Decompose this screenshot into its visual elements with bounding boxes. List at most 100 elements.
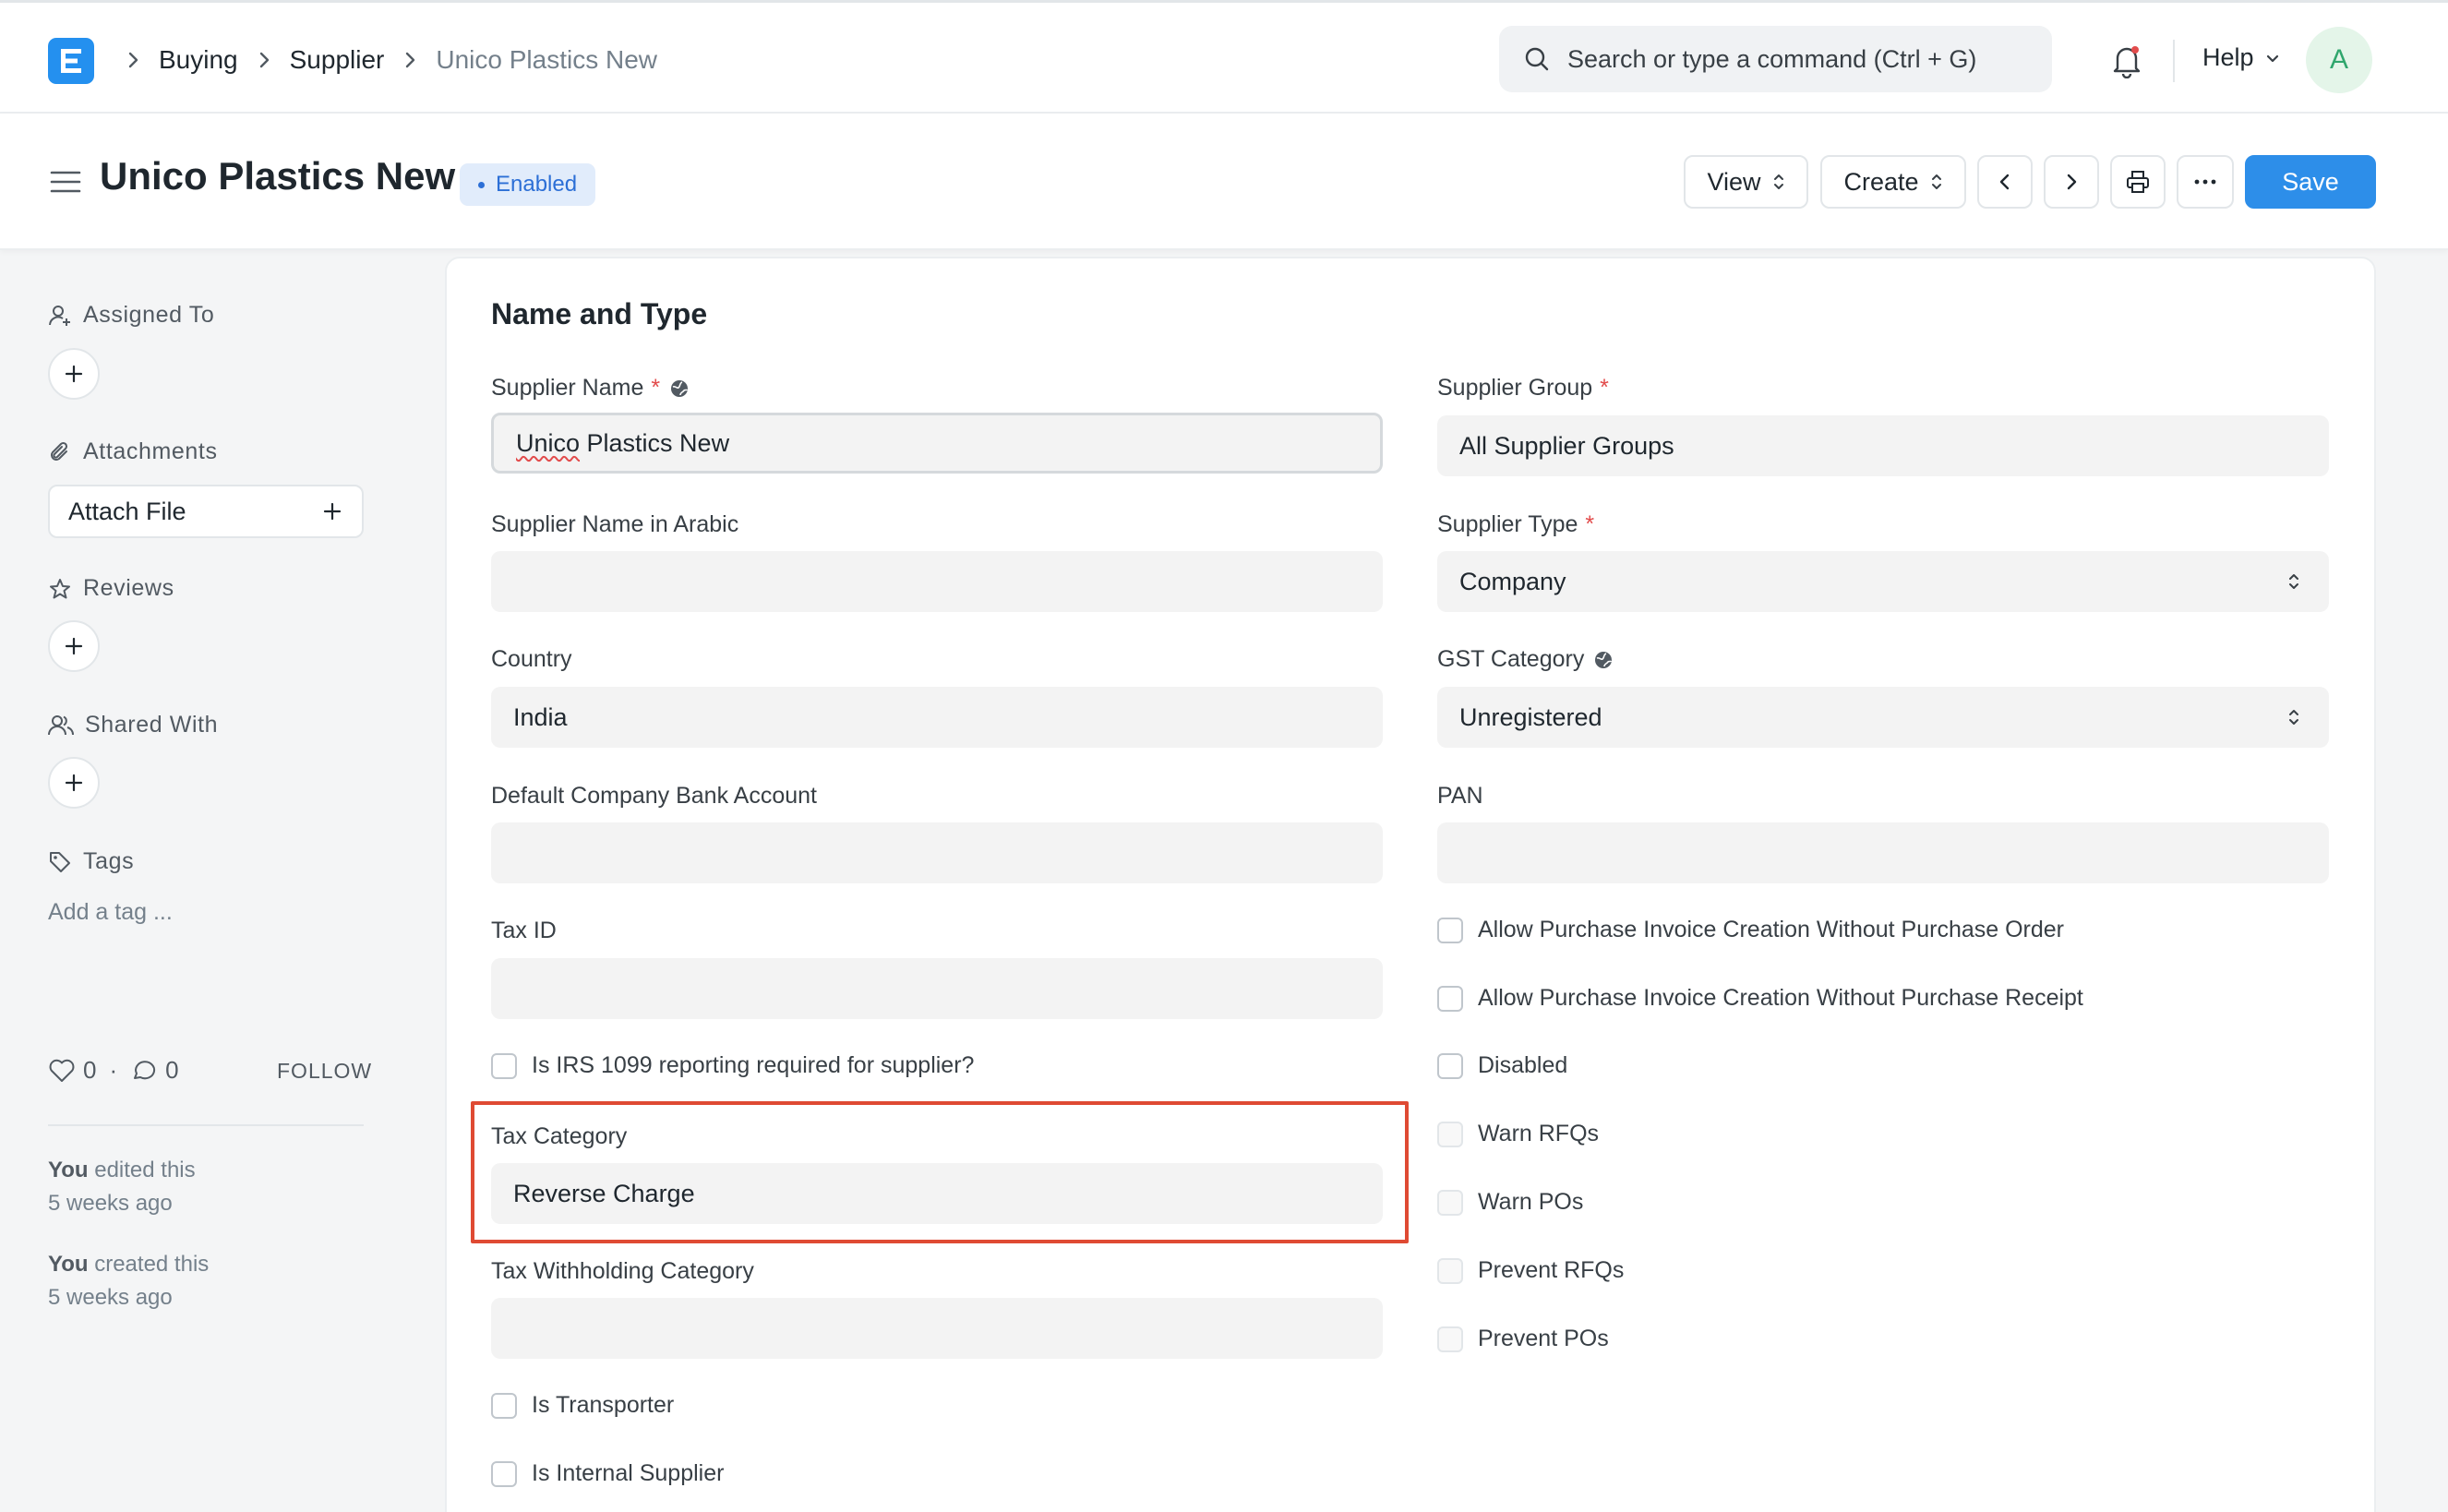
- checkbox-label: Prevent RFQs: [1478, 1257, 1625, 1283]
- previous-record-button[interactable]: [1977, 155, 2033, 209]
- breadcrumb-supplier[interactable]: Supplier: [290, 45, 385, 75]
- attach-file-button[interactable]: Attach File: [48, 485, 364, 538]
- irs-1099-label: Is IRS 1099 reporting required for suppl…: [532, 1052, 975, 1078]
- chevron-right-icon: [406, 52, 415, 68]
- supplier-name-input[interactable]: Unico Plastics New: [491, 413, 1383, 474]
- supplier-type-select[interactable]: Company: [1437, 551, 2329, 612]
- highlight-box: [471, 1101, 1409, 1243]
- status-dot: [478, 181, 485, 188]
- tax-id-input[interactable]: [491, 958, 1383, 1019]
- supplier-name-value-first: Unico: [516, 428, 581, 457]
- checkbox-box[interactable]: [1437, 1189, 1463, 1216]
- sidebar-toggle[interactable]: [50, 169, 81, 195]
- separator-dot: ·: [109, 1056, 118, 1084]
- bank-account-input[interactable]: [491, 822, 1383, 883]
- search-placeholder: Search or type a command (Ctrl + G): [1567, 44, 1977, 73]
- page-head: Unico Plastics New Enabled View Create S…: [0, 114, 2448, 250]
- sort-icon: [1931, 174, 1941, 189]
- warn-rfqs-checkbox[interactable]: Warn RFQs: [1437, 1121, 1599, 1147]
- supplier-name-arabic-input[interactable]: [491, 551, 1383, 612]
- timeline-time: 5 weeks ago: [48, 1191, 173, 1216]
- is-transporter-checkbox[interactable]: Is Transporter: [491, 1392, 674, 1419]
- irs-1099-checkbox[interactable]: Is IRS 1099 reporting required for suppl…: [491, 1052, 974, 1079]
- checkbox-box[interactable]: [1437, 1257, 1463, 1284]
- view-label: View: [1707, 167, 1761, 196]
- tag-icon: [50, 851, 70, 872]
- app-logo[interactable]: [48, 38, 94, 84]
- gst-category-select[interactable]: Unregistered: [1437, 687, 2329, 748]
- chevron-right-icon: [2067, 174, 2077, 190]
- timeline-item: You created this 5 weeks ago: [48, 1248, 209, 1314]
- breadcrumb-buying[interactable]: Buying: [159, 45, 238, 75]
- more-actions-button[interactable]: [2177, 155, 2234, 209]
- view-button[interactable]: View: [1684, 155, 1808, 209]
- supplier-group-label: Supplier Group *: [1437, 375, 1609, 402]
- social-counts: 0 · 0: [48, 1056, 192, 1085]
- warn-pos-checkbox[interactable]: Warn POs: [1437, 1189, 1583, 1216]
- checkbox-box[interactable]: [1437, 985, 1463, 1012]
- chevron-left-icon: [1999, 174, 2010, 190]
- heart-icon[interactable]: [48, 1058, 76, 1084]
- supplier-name-arabic-label: Supplier Name in Arabic: [491, 511, 739, 537]
- attach-file-label: Attach File: [68, 497, 186, 525]
- is-transporter-label: Is Transporter: [532, 1392, 675, 1418]
- comment-icon[interactable]: [130, 1058, 158, 1084]
- form-sidebar: Assigned To Attachments Attach File Revi…: [0, 250, 443, 1512]
- supplier-group-input[interactable]: All Supplier Groups: [1437, 415, 2329, 476]
- search-bar[interactable]: Search or type a command (Ctrl + G): [1499, 26, 2052, 92]
- checkbox-box[interactable]: [1437, 917, 1463, 943]
- next-record-button[interactable]: [2044, 155, 2099, 209]
- follow-button[interactable]: FOLLOW: [277, 1059, 372, 1084]
- is-internal-supplier-checkbox[interactable]: Is Internal Supplier: [491, 1460, 724, 1487]
- checkbox-box[interactable]: [491, 1460, 517, 1487]
- country-input[interactable]: India: [491, 687, 1383, 748]
- save-button[interactable]: Save: [2245, 155, 2376, 209]
- create-button[interactable]: Create: [1820, 155, 1966, 209]
- timeline-actor: You: [48, 1252, 89, 1277]
- timeline-line: You created this: [48, 1248, 209, 1281]
- users-icon: [48, 714, 74, 735]
- breadcrumb-current[interactable]: Unico Plastics New: [436, 45, 657, 75]
- prevent-rfqs-checkbox[interactable]: Prevent RFQs: [1437, 1257, 1624, 1284]
- notifications-button[interactable]: [2110, 43, 2143, 78]
- chevron-down-icon: [2266, 54, 2278, 62]
- sort-icon: [1773, 174, 1783, 189]
- avatar[interactable]: A: [2306, 27, 2372, 93]
- required-mark: *: [1585, 511, 1595, 537]
- checkbox-box[interactable]: [1437, 1052, 1463, 1079]
- tags-heading: Tags: [48, 848, 134, 875]
- add-tag-link[interactable]: Add a tag ...: [48, 899, 173, 926]
- checkbox-label: Allow Purchase Invoice Creation Without …: [1478, 985, 2083, 1011]
- disabled-checkbox[interactable]: Disabled: [1437, 1052, 1567, 1079]
- checkbox-box[interactable]: [1437, 1121, 1463, 1147]
- add-share-button[interactable]: [48, 757, 100, 809]
- select-arrows-icon: [2289, 710, 2298, 725]
- add-review-button[interactable]: [48, 620, 100, 672]
- is-internal-supplier-label: Is Internal Supplier: [532, 1460, 725, 1486]
- attachments-heading: Attachments: [48, 438, 218, 465]
- required-mark: *: [651, 375, 661, 401]
- prevent-pos-checkbox[interactable]: Prevent POs: [1437, 1326, 1609, 1352]
- tax-withholding-input[interactable]: [491, 1298, 1383, 1359]
- plus-icon: [323, 502, 342, 521]
- country-label: Country: [491, 646, 572, 672]
- tax-id-label: Tax ID: [491, 918, 557, 943]
- timeline-item: You edited this 5 weeks ago: [48, 1154, 196, 1220]
- pan-label: PAN: [1437, 783, 1483, 809]
- allow-invoice-without-po-checkbox[interactable]: Allow Purchase Invoice Creation Without …: [1437, 917, 2064, 943]
- help-dropdown[interactable]: Help: [2202, 43, 2282, 72]
- star-icon: [50, 578, 70, 598]
- supplier-type-value: Company: [1459, 567, 1566, 595]
- bank-account-label: Default Company Bank Account: [491, 783, 817, 809]
- checkbox-box[interactable]: [491, 1052, 517, 1079]
- assigned-to-heading: Assigned To: [48, 302, 214, 329]
- supplier-name-label-text: Supplier Name: [491, 375, 644, 401]
- checkbox-box[interactable]: [1437, 1326, 1463, 1352]
- sidebar-divider: [48, 1124, 364, 1126]
- pan-input[interactable]: [1437, 822, 2329, 883]
- allow-invoice-without-receipt-checkbox[interactable]: Allow Purchase Invoice Creation Without …: [1437, 985, 2083, 1012]
- more-horizontal-icon: [2194, 179, 2216, 185]
- checkbox-box[interactable]: [491, 1392, 517, 1419]
- add-assignee-button[interactable]: [48, 348, 100, 400]
- print-button[interactable]: [2110, 155, 2166, 209]
